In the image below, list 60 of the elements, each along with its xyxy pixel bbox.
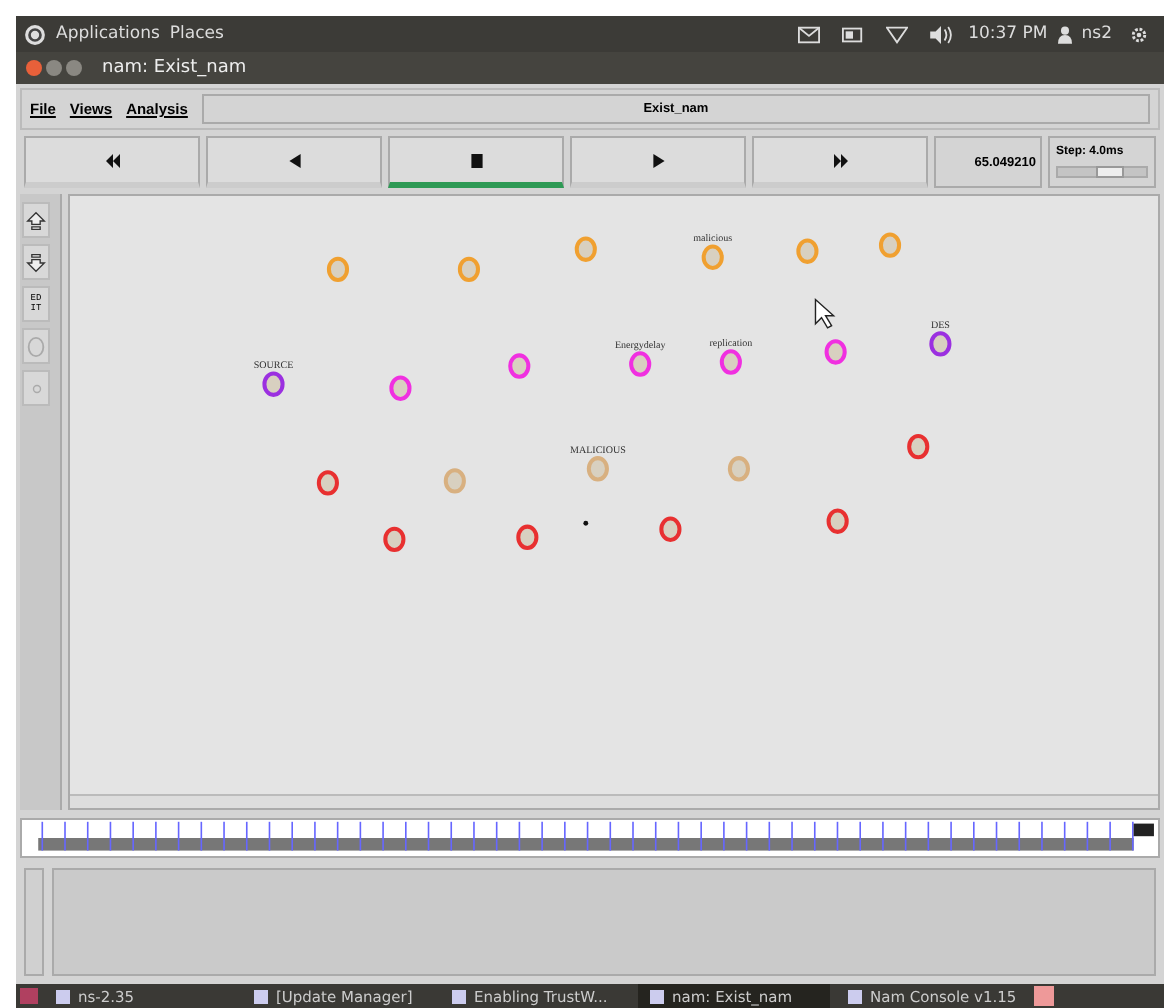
ubuntu-logo-icon[interactable] [24, 23, 46, 45]
panel-menu[interactable]: Applications [56, 24, 160, 44]
panel-menu[interactable]: Places [169, 24, 224, 44]
network-node[interactable] [316, 470, 339, 496]
tool-button[interactable] [22, 202, 50, 238]
packet-dot [583, 520, 589, 526]
network-node[interactable] [457, 256, 480, 283]
network-node[interactable] [516, 524, 539, 550]
network-node[interactable] [796, 238, 819, 264]
network-node[interactable] [824, 339, 847, 365]
network-node[interactable] [383, 526, 406, 552]
playback-button[interactable] [24, 136, 200, 188]
fast-rewind-icon [105, 153, 119, 167]
user-icon[interactable] [1057, 25, 1072, 43]
step-slider[interactable] [1056, 166, 1148, 178]
network-node[interactable] [586, 456, 609, 482]
network-node[interactable] [574, 236, 597, 262]
rewind-icon [287, 153, 301, 167]
ring-icon [26, 335, 46, 357]
horizontal-scrollbar[interactable] [70, 794, 1158, 808]
clock[interactable]: 10:37 PM [968, 24, 1048, 44]
volume-icon[interactable] [930, 25, 953, 43]
mail-icon[interactable] [798, 25, 821, 43]
network-node[interactable] [907, 433, 930, 460]
window-title: nam: Exist_nam [102, 58, 247, 78]
network-node[interactable] [929, 331, 952, 357]
network-node[interactable] [826, 508, 849, 534]
timeline-drawing[interactable] [20, 818, 1160, 858]
maximize-button[interactable] [66, 60, 82, 76]
playback-button[interactable] [206, 136, 382, 188]
wifi-icon[interactable] [886, 25, 909, 43]
play-icon [651, 153, 665, 167]
network-node[interactable] [719, 349, 742, 375]
slider-thumb[interactable] [1096, 166, 1125, 178]
network-node[interactable] [326, 256, 350, 283]
vertical-scrollbar[interactable] [24, 868, 44, 976]
zoom-in-icon [26, 209, 46, 231]
battery-icon[interactable] [842, 25, 865, 43]
stop-icon [469, 153, 483, 167]
dot-icon [29, 381, 43, 395]
network-node[interactable] [508, 353, 531, 379]
minimize-button[interactable] [46, 60, 62, 76]
network-node[interactable] [701, 244, 724, 270]
user-name[interactable]: ns2 [1081, 24, 1112, 44]
network-node[interactable] [878, 232, 902, 258]
network-node[interactable] [389, 375, 412, 401]
network-node[interactable] [443, 468, 466, 494]
playback-button[interactable] [752, 136, 928, 188]
fast-forward-icon [833, 153, 847, 167]
zoom-out-icon [26, 251, 46, 273]
playback-button[interactable] [570, 136, 746, 188]
settings-icon[interactable] [1128, 25, 1150, 43]
close-button[interactable] [26, 60, 42, 76]
network-node[interactable] [629, 351, 652, 377]
network-node[interactable] [727, 456, 750, 482]
tool-button[interactable] [22, 244, 50, 280]
network-node[interactable] [262, 371, 285, 397]
network-node[interactable] [659, 516, 682, 542]
mouse-cursor-icon [814, 298, 836, 329]
playback-button[interactable] [388, 136, 564, 188]
